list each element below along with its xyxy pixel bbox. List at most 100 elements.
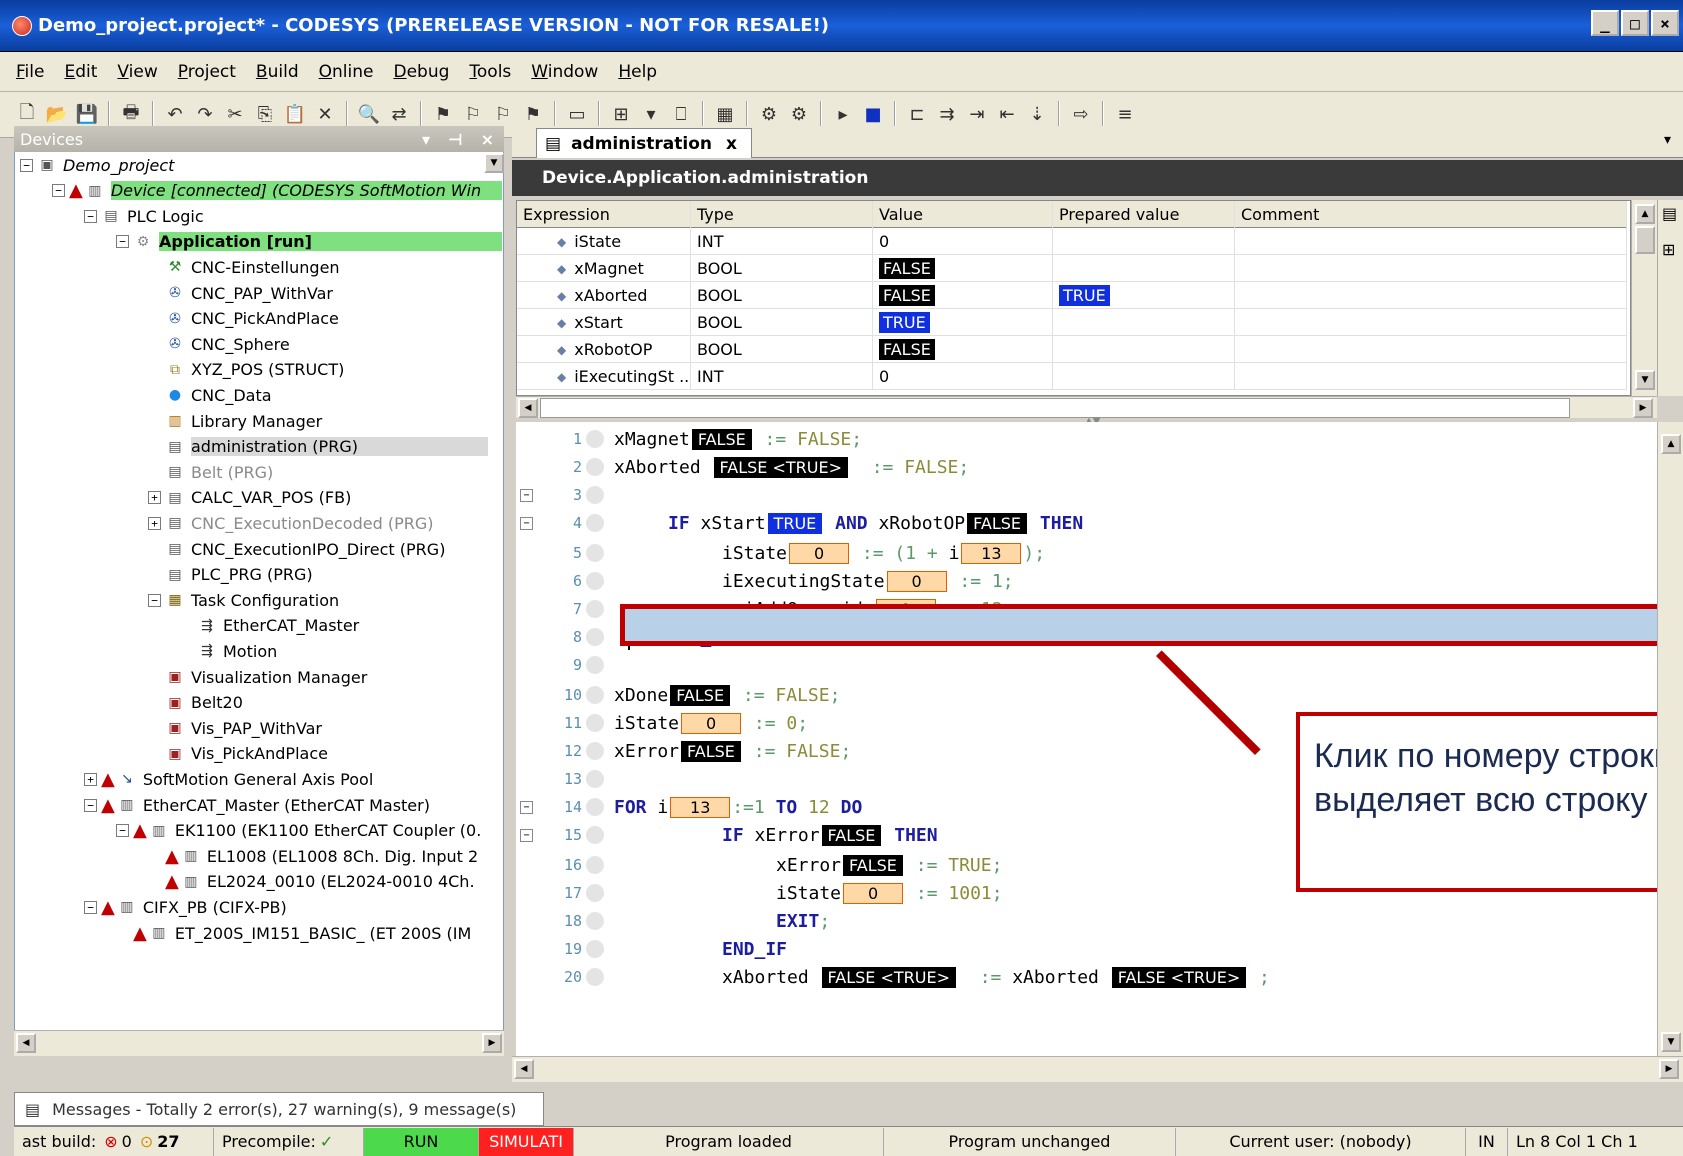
breakpoint-icon[interactable]: ⊏	[904, 102, 930, 128]
monitor-value[interactable]: 0	[789, 542, 850, 564]
tree-node[interactable]: ▣ Visualization Manager	[148, 664, 367, 690]
tree-node[interactable]: ▤ CNC_ExecutionIPO_Direct (PRG)	[148, 536, 445, 562]
line-number[interactable]: 7	[516, 600, 586, 618]
close-window-button[interactable]: ×	[1651, 10, 1679, 36]
tree-node[interactable]: − ▦ Task Configuration	[148, 587, 339, 613]
bookmark-icon[interactable]: ⚑	[430, 102, 456, 128]
line-number[interactable]: 12	[516, 742, 586, 760]
breakpoint-marker-icon[interactable]	[586, 884, 604, 902]
code-line[interactable]: 9	[516, 650, 1676, 680]
monitor-value[interactable]: FALSE	[843, 854, 903, 876]
logout-icon[interactable]: ⚙	[786, 102, 812, 128]
monitor-value[interactable]: 0	[843, 882, 904, 904]
watch-row[interactable]: ◆ xStart BOOL TRUE	[517, 309, 1627, 336]
line-number[interactable]: 11	[516, 714, 586, 732]
expand-icon[interactable]: +	[84, 772, 97, 786]
paste-icon[interactable]: 📋	[282, 102, 308, 128]
undo-icon[interactable]: ↶	[162, 102, 188, 128]
breakpoint-marker-icon[interactable]	[586, 714, 604, 732]
collapse-icon[interactable]: −	[116, 824, 129, 838]
watch-vertical-scrollbar[interactable]: ▲ ▼	[1631, 200, 1657, 396]
code-line[interactable]: 5 iState 0 := (1 + i 13);	[516, 538, 1676, 568]
tree-node[interactable]: ▤ administration (PRG)	[148, 434, 488, 460]
step-out-icon[interactable]: ⇤	[994, 102, 1020, 128]
warning-count[interactable]: 27	[157, 1132, 179, 1151]
watch-row[interactable]: ◆ xMagnet BOOL FALSE	[517, 255, 1627, 282]
step-over-icon[interactable]: ⇉	[934, 102, 960, 128]
tree-node[interactable]: + ▤ CNC_ExecutionDecoded (PRG)	[148, 510, 433, 536]
line-number[interactable]: 10	[516, 686, 586, 704]
prepared-value-cell[interactable]	[1053, 255, 1235, 282]
watch-column-header[interactable]: Value	[873, 201, 1053, 228]
breakpoint-marker-icon[interactable]	[586, 514, 604, 532]
start-icon[interactable]: ▸	[830, 102, 856, 128]
code-line[interactable]: −4 IF xStart TRUE AND xRobotOP FALSE THEN	[516, 508, 1676, 538]
scroll-up-icon[interactable]: ▲	[1635, 204, 1655, 224]
scroll-left-icon[interactable]: ◀	[518, 398, 538, 418]
maximize-button[interactable]: □	[1621, 10, 1649, 36]
breakpoint-marker-icon[interactable]	[586, 572, 604, 590]
scroll-thumb[interactable]	[540, 398, 1570, 418]
tree-node[interactable]: ▤ Belt (PRG)	[148, 459, 273, 485]
scroll-down-icon[interactable]: ▼	[1661, 1032, 1681, 1052]
redo-icon[interactable]: ↷	[192, 102, 218, 128]
monitor-value[interactable]: FALSE	[691, 428, 752, 450]
monitor-value[interactable]: FALSE <TRUE>	[713, 456, 849, 478]
collapse-icon[interactable]: −	[20, 158, 33, 172]
menu-tools[interactable]: Tools	[469, 62, 511, 82]
line-number[interactable]: 6	[516, 572, 586, 590]
scroll-left-icon[interactable]: ◀	[16, 1033, 36, 1053]
window-icon[interactable]: ▭	[564, 102, 590, 128]
scroll-right-icon[interactable]: ▶	[482, 1033, 502, 1053]
watch-row[interactable]: ◆ xRobotOP BOOL FALSE	[517, 336, 1627, 363]
minimize-button[interactable]: _	[1591, 10, 1619, 36]
write-values-icon[interactable]: ≡	[1112, 102, 1138, 128]
breakpoint-marker-icon[interactable]	[586, 968, 604, 986]
previous-bookmark-icon[interactable]: ⚐	[490, 102, 516, 128]
watch-row[interactable]: ◆ xAborted BOOL FALSE TRUE	[517, 282, 1627, 309]
menu-build[interactable]: Build	[256, 62, 299, 82]
monitor-value[interactable]: FALSE	[670, 684, 731, 706]
line-number[interactable]: 2	[516, 458, 586, 476]
monitor-value[interactable]: 13	[961, 542, 1022, 564]
prepared-value-cell[interactable]	[1053, 336, 1235, 363]
breakpoint-marker-icon[interactable]	[586, 458, 604, 476]
view-list-icon[interactable]: ▤	[1662, 204, 1677, 223]
properties-icon[interactable]: ⎕	[668, 102, 694, 128]
tree-node[interactable]: ✇ CNC_Sphere	[148, 331, 290, 357]
new-file-icon[interactable]: 🗋	[14, 102, 40, 128]
code-line[interactable]: 6 iExecutingState 0 := 1;	[516, 566, 1676, 596]
add-object-icon[interactable]: ⊞	[608, 102, 634, 128]
expand-icon[interactable]: +	[148, 516, 161, 530]
breakpoint-marker-icon[interactable]	[586, 798, 604, 816]
collapse-icon[interactable]: −	[52, 184, 65, 198]
messages-tab[interactable]: ▤ Messages - Totally 2 error(s), 27 warn…	[14, 1092, 544, 1126]
line-number[interactable]: 5	[516, 544, 586, 562]
panel-menu-icon[interactable]: ▾	[422, 130, 430, 149]
next-bookmark-icon[interactable]: ⚐	[460, 102, 486, 128]
monitor-value[interactable]: 0	[681, 712, 742, 734]
breakpoint-marker-icon[interactable]	[586, 486, 604, 504]
error-count[interactable]: 0	[122, 1132, 132, 1151]
breakpoint-marker-icon[interactable]	[586, 686, 604, 704]
dropdown-icon[interactable]: ▾	[638, 102, 664, 128]
tree-node[interactable]: − ▤ PLC Logic	[84, 203, 204, 229]
tree-node[interactable]: − ▣ Demo_project	[20, 152, 174, 178]
tree-node[interactable]: − ⚙ Application [run]	[116, 229, 502, 255]
print-icon[interactable]: 🖶	[118, 102, 144, 128]
tree-node[interactable]: ● CNC_Data	[148, 382, 272, 408]
code-vertical-scrollbar[interactable]: ▲ ▼	[1657, 422, 1683, 1062]
tree-node[interactable]: ▥ Library Manager	[148, 408, 322, 434]
watch-column-header[interactable]: Comment	[1235, 201, 1627, 228]
breakpoint-marker-icon[interactable]	[586, 770, 604, 788]
breakpoint-marker-icon[interactable]	[586, 628, 604, 646]
menu-file[interactable]: File	[16, 62, 44, 82]
breakpoint-marker-icon[interactable]	[586, 912, 604, 930]
monitor-value[interactable]: 13	[670, 796, 731, 818]
breakpoint-marker-icon[interactable]	[586, 544, 604, 562]
watch-row[interactable]: ◆ iState INT 0	[517, 228, 1627, 255]
breakpoint-marker-icon[interactable]	[586, 940, 604, 958]
code-line[interactable]: 1 xMagnet FALSE := FALSE;	[516, 424, 1676, 454]
view-table-icon[interactable]: ⊞	[1662, 240, 1675, 259]
tree-node[interactable]: ✇ CNC_PAP_WithVar	[148, 280, 333, 306]
